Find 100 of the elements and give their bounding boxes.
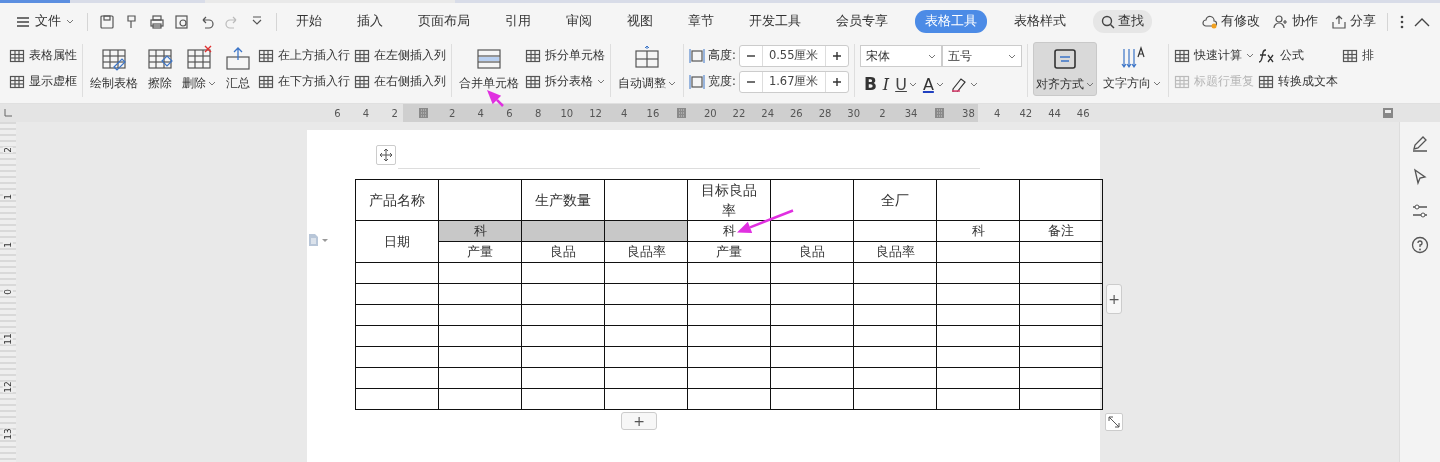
table-cell[interactable]: [936, 283, 1020, 305]
file-menu[interactable]: 文件: [14, 11, 76, 32]
table-cell[interactable]: [604, 262, 688, 284]
table-cell[interactable]: [770, 388, 854, 410]
table-cell[interactable]: [1019, 346, 1103, 368]
more-icon[interactable]: [1399, 13, 1405, 30]
search-button[interactable]: 查找: [1093, 10, 1152, 33]
help-icon[interactable]: [1411, 236, 1429, 254]
ribbon-tab[interactable]: 页面布局: [410, 10, 478, 33]
table-cell[interactable]: [438, 367, 522, 389]
table-cell[interactable]: [1019, 367, 1103, 389]
table-cell[interactable]: [438, 388, 522, 410]
plus-icon[interactable]: [831, 76, 842, 87]
ribbon-tab[interactable]: 审阅: [558, 10, 600, 33]
table-cell[interactable]: [770, 304, 854, 326]
table-cell[interactable]: [853, 283, 937, 305]
number-stepper[interactable]: 1.67厘米: [738, 70, 849, 93]
table-cell[interactable]: [936, 304, 1020, 326]
table-cell[interactable]: [936, 325, 1020, 347]
toolbar-button[interactable]: 擦除: [144, 42, 176, 96]
toolbar-button[interactable]: 有修改: [1202, 13, 1260, 30]
toolbar-button[interactable]: 合并单元格: [457, 42, 521, 96]
table-cell[interactable]: 良品率: [604, 241, 688, 263]
table-cell[interactable]: 良品: [521, 241, 605, 263]
toolbar-button[interactable]: 在右侧插入列: [354, 71, 446, 92]
table-cell[interactable]: [1019, 283, 1103, 305]
table-cell[interactable]: [770, 346, 854, 368]
table-cell[interactable]: [853, 220, 937, 242]
table-cell[interactable]: [936, 241, 1020, 263]
table-cell[interactable]: [936, 262, 1020, 284]
toolbar-button[interactable]: 对齐方式: [1032, 42, 1097, 96]
table-cell[interactable]: [355, 325, 439, 347]
view-toggle-icon[interactable]: [1382, 107, 1394, 119]
move-handle[interactable]: [376, 145, 396, 165]
table-cell[interactable]: [604, 388, 688, 410]
table-cell[interactable]: [355, 283, 439, 305]
font-dropdown[interactable]: 五号: [941, 45, 1022, 67]
table-cell[interactable]: [936, 346, 1020, 368]
toolbar-button[interactable]: 在下方插入行: [258, 71, 350, 92]
table-cell[interactable]: [438, 325, 522, 347]
ribbon-tab[interactable]: 插入: [349, 10, 391, 33]
table-cell[interactable]: 日期: [355, 220, 439, 263]
table-cell[interactable]: [438, 304, 522, 326]
toolbar-button[interactable]: 表格属性: [9, 45, 77, 66]
table-cell[interactable]: 目标良品率: [687, 179, 771, 221]
font-dropdown[interactable]: 宋体: [859, 45, 942, 67]
table-cell[interactable]: [853, 346, 937, 368]
toolbar-button[interactable]: 排: [1341, 45, 1374, 66]
table-cell[interactable]: [1019, 304, 1103, 326]
table-cell[interactable]: [1019, 241, 1103, 263]
table-cell[interactable]: [438, 346, 522, 368]
table-cell[interactable]: [687, 388, 771, 410]
table-cell[interactable]: 产品名称: [355, 179, 439, 221]
toolbar-button[interactable]: 分享: [1331, 13, 1376, 30]
toolbar-button[interactable]: 绘制表格: [88, 42, 140, 96]
table-cell[interactable]: [355, 388, 439, 410]
table-cell[interactable]: [853, 262, 937, 284]
format-button[interactable]: [949, 76, 978, 92]
table-cell[interactable]: [770, 367, 854, 389]
table-cell[interactable]: [604, 346, 688, 368]
toolbar-button[interactable]: 汇总: [222, 42, 254, 96]
number-stepper[interactable]: 0.55厘米: [738, 44, 849, 67]
table-cell[interactable]: [521, 346, 605, 368]
table-cell[interactable]: [853, 325, 937, 347]
table-cell[interactable]: [604, 283, 688, 305]
table-cell[interactable]: [770, 220, 854, 242]
table-cell[interactable]: 科: [936, 220, 1020, 242]
toolbar-button[interactable]: 在左侧插入列: [354, 45, 446, 66]
table-cell[interactable]: [687, 283, 771, 305]
format-button[interactable]: I: [882, 74, 890, 94]
table-cell[interactable]: 良品: [770, 241, 854, 263]
table-cell[interactable]: [853, 367, 937, 389]
table-cell[interactable]: [355, 262, 439, 284]
table-cell[interactable]: [521, 388, 605, 410]
column-marker-icon[interactable]: [418, 108, 428, 118]
toolbar-button[interactable]: 协作: [1273, 13, 1318, 30]
toolbar-button[interactable]: 拆分表格: [525, 71, 605, 92]
collapse-icon[interactable]: [1414, 16, 1430, 27]
table-cell[interactable]: [936, 388, 1020, 410]
table-cell[interactable]: [521, 262, 605, 284]
plus-icon[interactable]: [831, 50, 842, 61]
table-cell[interactable]: [687, 325, 771, 347]
add-row-button[interactable]: +: [621, 412, 657, 430]
pen-icon[interactable]: [1411, 134, 1429, 152]
cursor-icon[interactable]: [1411, 168, 1429, 186]
table-cell[interactable]: [355, 304, 439, 326]
ribbon-tab[interactable]: 开始: [288, 10, 330, 33]
toolbar-button[interactable]: 自动调整: [616, 42, 678, 96]
table-cell[interactable]: [770, 325, 854, 347]
toolbar-button[interactable]: 删除: [180, 42, 218, 96]
table-cell[interactable]: [936, 367, 1020, 389]
table-cell[interactable]: [936, 179, 1020, 221]
table-cell[interactable]: [604, 179, 688, 221]
table-cell[interactable]: 产量: [687, 241, 771, 263]
table-cell[interactable]: [770, 262, 854, 284]
table-cell[interactable]: 产量: [438, 241, 522, 263]
table-cell[interactable]: [687, 346, 771, 368]
ribbon-tab[interactable]: 会员专享: [828, 10, 896, 33]
toolbar-button[interactable]: 拆分单元格: [525, 45, 605, 66]
ribbon-tab[interactable]: 视图: [619, 10, 661, 33]
